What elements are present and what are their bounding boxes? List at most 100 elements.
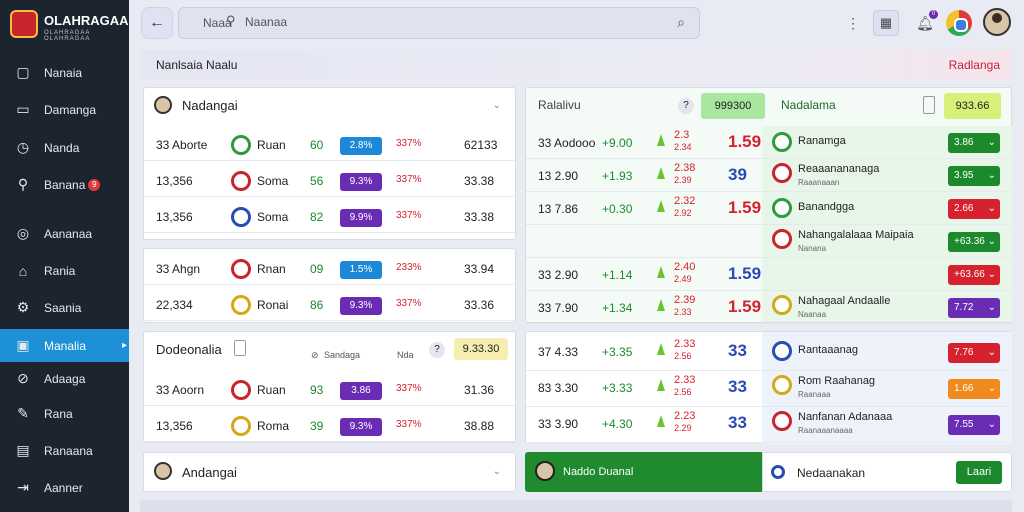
team-sub: Nanana: [798, 244, 827, 253]
inbox-icon: ▤: [16, 442, 30, 458]
value: 38.88: [464, 419, 495, 433]
team-name: Nahagaal Andaalle: [798, 295, 891, 307]
calendar-icon: ▣: [16, 337, 30, 353]
sidebar-item-saania[interactable]: ⚙ Saania: [0, 291, 129, 324]
odds-button[interactable]: +63.66 ⌄: [948, 265, 1000, 285]
odds-row[interactable]: 33 2.90 +1.14 2.40 2.49 1.59 +63.66 ⌄: [526, 258, 1011, 291]
search-bar[interactable]: Naaa ⚲ Naanaa ⌕: [178, 7, 700, 39]
sidebar-badge: 9: [88, 178, 101, 191]
value-chip[interactable]: 933.66: [944, 93, 1001, 119]
odds-button[interactable]: 2.66 ⌄: [948, 199, 1000, 219]
stat-1: 2.3: [674, 129, 690, 141]
odds-pill[interactable]: 1.5%: [340, 261, 382, 279]
odds-button[interactable]: 3.86 ⌄: [948, 133, 1000, 153]
sidebar-item-banana[interactable]: ⚲ Banana 9: [0, 168, 129, 201]
team-icon: [772, 229, 792, 249]
odds-button[interactable]: 3.95 ⌄: [948, 166, 1000, 186]
odds-row[interactable]: Nahangalalaaa Maipaia Nanana +63.36 ⌄: [526, 225, 1011, 258]
odds-pill[interactable]: 3.86: [340, 382, 382, 400]
section-header: Nanlsaia Naalu Radlanga: [140, 50, 1012, 80]
team-icon: [772, 132, 792, 152]
chevron-down-icon[interactable]: ⌄: [493, 466, 501, 477]
sidebar-item-label: Banana: [44, 177, 86, 192]
table-row[interactable]: 22,334 Ronai 86 9.3% 337% 33.36: [144, 288, 515, 321]
chevron-down-icon[interactable]: ⌄: [493, 100, 501, 111]
section-link[interactable]: Radlanga: [949, 58, 1000, 72]
odds-value: 3.86: [954, 137, 974, 148]
odds-pill[interactable]: 9.3%: [340, 173, 382, 191]
sidebar-item-nanda[interactable]: ◷ Nanda: [0, 131, 129, 164]
table-row[interactable]: 13,356 Roma 39 9.3% 337% 38.88: [144, 409, 515, 442]
score: 39: [310, 419, 324, 433]
sidebar-item-label: Ranaana: [44, 443, 93, 458]
odds-row[interactable]: 33 3.90 +4.30 2.23 2.29 33 Nanfanan Adanaaa Ra…: [526, 407, 1011, 443]
search-input[interactable]: Naanaa: [245, 15, 287, 29]
odds-value: 7.76: [954, 347, 974, 358]
percent: 233%: [396, 262, 422, 273]
odds-pill[interactable]: 9.3%: [340, 297, 382, 315]
odds-button[interactable]: +63.36 ⌄: [948, 232, 1000, 252]
row-label: 13,356: [156, 174, 193, 188]
filter-label[interactable]: Sandaga: [324, 350, 360, 360]
value-chip[interactable]: 999300: [701, 93, 765, 119]
value-chip[interactable]: 9.33.30: [454, 338, 508, 360]
table-row[interactable]: 33 Ahgn Rnan 09 1.5% 233% 33.94: [144, 252, 515, 285]
magnifier-icon[interactable]: ⌕: [677, 14, 685, 31]
sidebar-item-aananaa[interactable]: ◎ Aananaa: [0, 217, 129, 250]
odds-button[interactable]: 7.72 ⌄: [948, 298, 1000, 318]
odds-pill[interactable]: 9.3%: [340, 418, 382, 436]
odds-row[interactable]: 37 4.33 +3.35 2.33 2.56 33 Rantaaanag 7.76 ⌄: [526, 335, 1011, 371]
odds-row[interactable]: 13 2.90 +1.93 2.38 2.39 39 Reaaanananaga Raaan…: [526, 159, 1011, 192]
avatar: [154, 96, 172, 114]
sidebar-item-rana[interactable]: ✎ Rana: [0, 397, 129, 430]
bell-icon[interactable]: 🔔︎ 0: [912, 10, 938, 36]
odds-row[interactable]: 33 7.90 +1.34 2.39 2.33 1.59 Nahagaal Andaall…: [526, 291, 1011, 324]
sidebar-item-manalia[interactable]: ▣ Manalia ▸: [0, 329, 129, 362]
team-name: Nahangalalaaa Maipaia: [798, 229, 914, 241]
table-row[interactable]: 33 Aoorn Ruan 93 3.86 337% 31.36: [144, 373, 515, 406]
sidebar-item-damanga[interactable]: ▭ Damanga: [0, 93, 129, 126]
odds-row[interactable]: 33 Aodooo +9.00 2.3 2.34 1.59 Ranamga 3.86 ⌄: [526, 126, 1011, 159]
team-icon: [231, 416, 251, 436]
help-icon[interactable]: ?: [678, 98, 694, 114]
sidebar-item-adaaga[interactable]: ⊘ Adaaga: [0, 362, 129, 395]
table-row[interactable]: 13,356 Soma 82 9.9% 337% 33.38: [144, 200, 515, 233]
odds-value: +63.36: [954, 236, 985, 247]
match-card-1: Nadangai ⌄ 33 Aborte Ruan 60 2.8% 337% 62133 1…: [143, 87, 516, 240]
odds-panel-2: 37 4.33 +3.35 2.33 2.56 33 Rantaaanag 7.76 ⌄ 83 …: [525, 331, 1012, 444]
odds-row[interactable]: 83 3.30 +3.33 2.33 2.56 33 Rom Raahanag Raanaa…: [526, 371, 1011, 407]
sidebar-item-ranaana[interactable]: ▤ Ranaana: [0, 434, 129, 467]
table-row[interactable]: 13,356 Soma 56 9.3% 337% 33.38: [144, 164, 515, 197]
stat-2: 2.92: [674, 208, 692, 218]
sidebar-item-aanner[interactable]: ⇥ Aanner: [0, 471, 129, 504]
odds-button[interactable]: 1.66 ⌄: [948, 379, 1000, 399]
table-row[interactable]: 33 Aborte Ruan 60 2.8% 337% 62133: [144, 128, 515, 161]
brand-subtitle: OLAHRAGAA OLAHRAGAA: [44, 30, 91, 42]
team-icon: [231, 380, 251, 400]
odds-button[interactable]: 7.55 ⌄: [948, 415, 1000, 435]
grid-icon[interactable]: ▦: [873, 10, 899, 36]
odds-button[interactable]: 7.76 ⌄: [948, 343, 1000, 363]
odds-row[interactable]: 13 7.86 +0.30 2.32 2.92 1.59 Banandgga 2.66 ⌄: [526, 192, 1011, 225]
back-button[interactable]: ←: [141, 7, 173, 39]
more-vertical-icon[interactable]: ⋮: [840, 10, 866, 36]
odds-pill[interactable]: 2.8%: [340, 137, 382, 155]
action-button[interactable]: Laari: [956, 461, 1002, 484]
filter-icon[interactable]: ⊘: [311, 350, 319, 361]
sidebar-item-rania[interactable]: ⌂ Rania: [0, 254, 129, 287]
value: 31.36: [464, 383, 495, 397]
trend-up-icon: [657, 134, 665, 146]
browser-icon[interactable]: [946, 10, 972, 36]
sidebar-item-nanaia[interactable]: ▢ Nanaia: [0, 56, 129, 89]
stat-1: 2.39: [674, 294, 696, 306]
footer-left[interactable]: Naddo Duanal: [525, 452, 762, 492]
team-name: Ruan: [257, 383, 286, 397]
team-name: Roma: [257, 419, 290, 433]
document-icon[interactable]: [923, 96, 935, 114]
percent: 337%: [396, 138, 422, 149]
help-icon[interactable]: ?: [429, 342, 445, 358]
row-label: 33 7.90: [538, 301, 579, 315]
filter-right[interactable]: Nda: [397, 350, 414, 360]
avatar[interactable]: [983, 8, 1011, 36]
odds-pill[interactable]: 9.9%: [340, 209, 382, 227]
